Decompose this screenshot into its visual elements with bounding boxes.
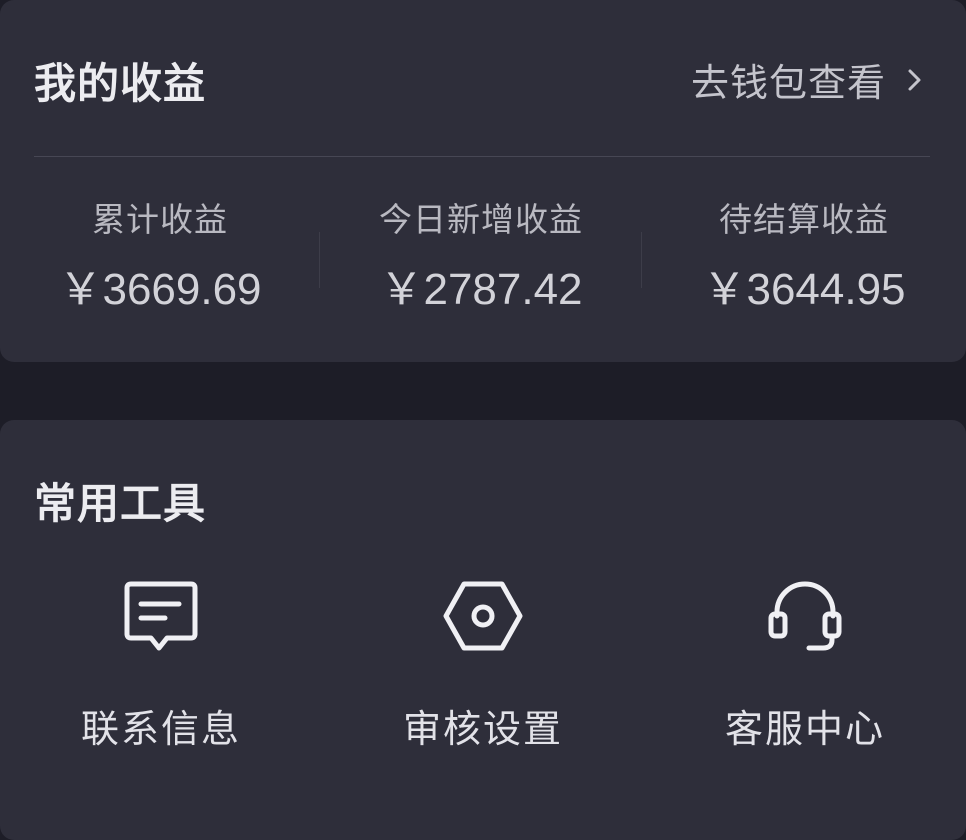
settings-hex-icon xyxy=(443,581,523,651)
tools-row: 联系信息 审核设置 客服中心 xyxy=(0,576,966,753)
tool-contact-info[interactable]: 联系信息 xyxy=(0,576,322,753)
chevron-right-icon xyxy=(908,69,921,90)
wallet-link[interactable]: 去钱包查看 xyxy=(691,52,924,107)
stat-total-label: 累计收益 xyxy=(92,200,228,239)
earnings-divider xyxy=(34,156,930,157)
tool-customer-service-label: 客服中心 xyxy=(724,707,885,751)
stat-today-label: 今日新增收益 xyxy=(379,200,583,239)
earnings-stats: 累计收益 ￥3669.69 今日新增收益 ￥2787.42 待结算收益 ￥364… xyxy=(0,200,966,320)
tools-title: 常用工具 xyxy=(34,479,207,528)
stat-today-value: ￥2787.42 xyxy=(379,265,583,314)
stat-today[interactable]: 今日新增收益 ￥2787.42 xyxy=(320,200,642,320)
tool-customer-service[interactable]: 客服中心 xyxy=(644,576,966,753)
stat-total-value: ￥3669.69 xyxy=(58,265,262,314)
tools-card: 常用工具 联系信息 审核设置 客服中心 xyxy=(0,420,966,840)
tool-review-settings[interactable]: 审核设置 xyxy=(322,576,644,753)
earnings-card: 我的收益 去钱包查看 累计收益 ￥3669.69 今日新增收益 ￥2787.42… xyxy=(0,0,966,362)
tool-review-settings-label: 审核设置 xyxy=(402,707,563,751)
stat-pending-label: 待结算收益 xyxy=(719,200,889,239)
wallet-link-label: 去钱包查看 xyxy=(690,61,886,105)
stat-pending-value: ￥3644.95 xyxy=(702,265,906,314)
message-icon xyxy=(124,581,198,651)
stat-total[interactable]: 累计收益 ￥3669.69 xyxy=(0,200,320,320)
stat-pending[interactable]: 待结算收益 ￥3644.95 xyxy=(642,200,966,320)
headset-icon xyxy=(768,581,842,651)
earnings-title: 我的收益 xyxy=(34,59,207,108)
tool-contact-info-label: 联系信息 xyxy=(80,707,241,751)
